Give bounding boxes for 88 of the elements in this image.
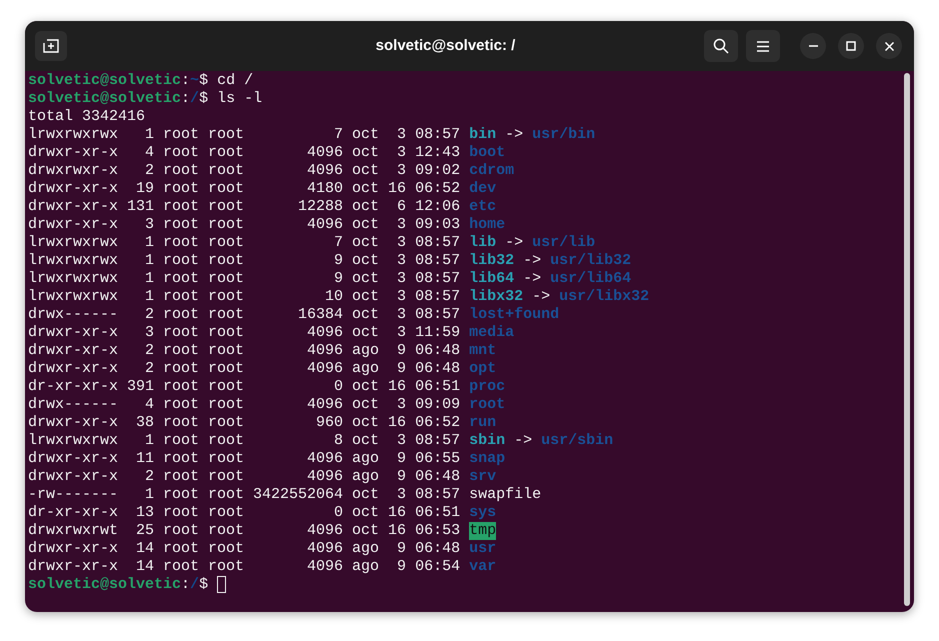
terminal-text: drwxrwxr-x 2 root root 4096 oct 3 09:02 [28,162,462,180]
prompt-user: solvetic@solvetic [28,576,182,594]
terminal-text: drwx------ 4 root root 4096 oct 3 09:09 [28,396,462,414]
terminal-text: -rw------- 1 root root 3422552064 oct 3 08:57 swapfile [28,486,542,504]
menu-button[interactable] [746,30,780,62]
directory-name: lost+found [469,306,560,324]
prompt-user: solvetic@solvetic [28,72,182,90]
terminal-text: drwxr-xr-x 3 root root 4096 oct 3 11:59 [28,324,462,342]
terminal-text: lrwxrwxrwx 1 root root 7 oct 3 08:57 [28,126,462,144]
terminal-text: drwxr-xr-x 14 root root 4096 ago 9 06:48 [28,540,462,558]
terminal-text: drwxr-xr-x 14 root root 4096 ago 9 06:54 [28,558,462,576]
terminal-text: drwx------ 2 root root 16384 oct 3 08:57 [28,306,462,324]
directory-name: root [469,396,506,414]
terminal-text: dr-xr-xr-x 391 root root 0 oct 16 06:51 [28,378,462,396]
directory-name: usr/libx32 [559,288,650,306]
terminal-text: drwxr-xr-x 4 root root 4096 oct 3 12:43 [28,144,462,162]
directory-name: dev [469,180,496,198]
directory-name: usr/lib64 [550,270,632,288]
terminal-text: drwxr-xr-x 2 root root 4096 ago 9 06:48 [28,468,462,486]
terminal-text: : [181,72,190,90]
prompt-path: ~ [190,72,200,90]
terminal-text: $ cd / [199,72,254,90]
prompt-path: / [190,576,200,594]
symlink-name: sbin [469,432,506,450]
menu-icon [757,40,769,52]
directory-name: media [469,324,514,342]
directory-name: var [469,558,496,576]
terminal-text: lrwxrwxrwx 1 root root 8 oct 3 08:57 [28,432,462,450]
minimize-icon [808,45,818,47]
directory-name: usr/lib32 [550,252,632,270]
maximize-icon [846,41,856,51]
directory-name: mnt [469,342,496,360]
terminal-text: drwxr-xr-x 19 root root 4180 oct 16 06:52 [28,180,462,198]
symlink-name: lib64 [469,270,514,288]
directory-name: usr/bin [532,126,596,144]
terminal-text: -> [522,252,542,270]
symlink-name: bin [469,126,496,144]
close-button[interactable] [876,33,902,59]
symlink-name: libx32 [469,288,524,306]
terminal-text: lrwxrwxrwx 1 root root 10 oct 3 08:57 [28,288,462,306]
directory-name: boot [469,144,506,162]
terminal-text: drwxr-xr-x 11 root root 4096 ago 9 06:55 [28,450,462,468]
symlink-name: lib32 [469,252,514,270]
window-title: solvetic@solvetic: / [374,36,516,56]
maximize-button[interactable] [838,33,864,59]
terminal-text: total 3342416 [28,108,146,126]
terminal-text: drwxr-xr-x 38 root root 960 oct 16 06:52 [28,414,462,432]
search-button[interactable] [704,30,738,62]
directory-name: proc [469,378,506,396]
terminal-text: -> [504,234,524,252]
directory-name: usr/lib [532,234,596,252]
prompt-user: solvetic@solvetic [28,90,182,108]
terminal-text: lrwxrwxrwx 1 root root 7 oct 3 08:57 [28,234,462,252]
new-tab-icon [43,39,59,53]
directory-name: srv [469,468,496,486]
directory-name: snap [469,450,506,468]
terminal-text: lrwxrwxrwx 1 root root 9 oct 3 08:57 [28,270,462,288]
scrollbar[interactable] [904,73,910,606]
symlink-name: lib [469,234,496,252]
prompt-path: / [190,90,200,108]
terminal-text: drwxr-xr-x 3 root root 4096 oct 3 09:03 [28,216,462,234]
terminal-text: drwxr-xr-x 2 root root 4096 ago 9 06:48 [28,360,462,378]
terminal-text: -> [504,126,524,144]
terminal-text: -> [531,288,552,306]
directory-name: etc [469,198,496,216]
terminal-text: $ [199,576,210,594]
directory-name: cdrom [469,162,514,180]
terminal-text: drwxr-xr-x 2 root root 4096 ago 9 06:48 [28,342,462,360]
terminal-text: lrwxrwxrwx 1 root root 9 oct 3 08:57 [28,252,462,270]
terminal-text: dr-xr-xr-x 13 root root 0 oct 16 06:51 [28,504,462,522]
terminal-text: -> [522,270,542,288]
terminal-text: : [181,576,190,594]
directory-name: sys [469,504,496,522]
terminal-text: drwxr-xr-x 131 root root 12288 oct 6 12:06 [28,198,462,216]
terminal-text: $ ls -l [199,90,262,108]
directory-name: tmp [469,522,496,540]
terminal-text: -> [513,432,534,450]
directory-name: run [469,414,496,432]
terminal-text: : [181,90,190,108]
directory-name: usr/sbin [541,432,614,450]
terminal-text: drwxrwxrwt 25 root root 4096 oct 16 06:53 [28,522,462,540]
new-tab-button[interactable] [35,31,67,61]
minimize-button[interactable] [800,33,826,59]
close-icon [884,42,894,50]
directory-name: home [469,216,506,234]
directory-name: usr [469,540,496,558]
directory-name: opt [469,360,496,378]
search-icon [713,38,729,54]
